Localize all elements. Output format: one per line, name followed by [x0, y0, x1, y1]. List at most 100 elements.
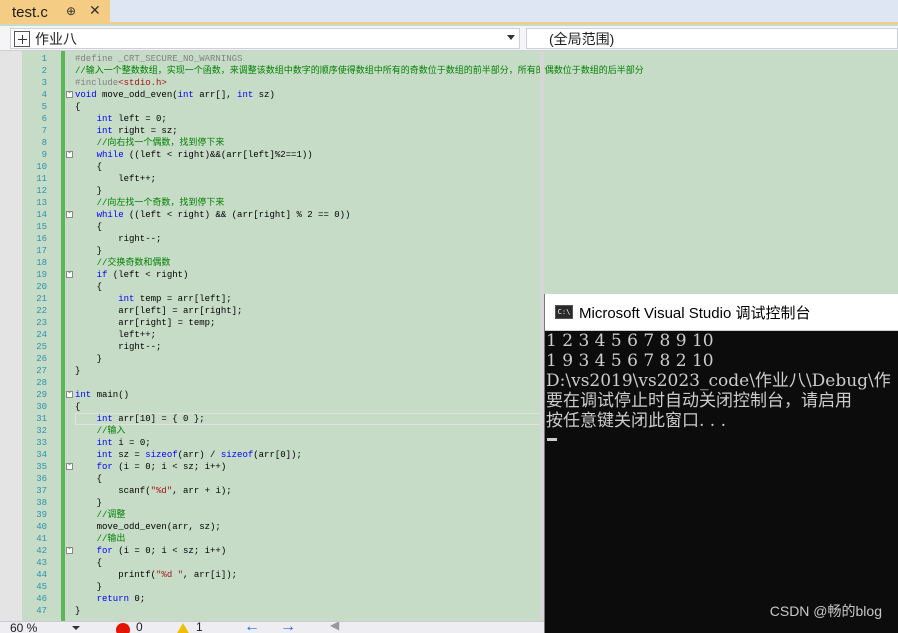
line-number: 34	[36, 450, 47, 460]
fold-toggle-icon[interactable]: -	[66, 391, 73, 398]
line-number: 27	[36, 366, 47, 376]
code-text: void move_odd_even(int arr[], int sz)	[75, 90, 275, 100]
fold-toggle-icon[interactable]: -	[66, 151, 73, 158]
code-text: int temp = arr[left];	[118, 294, 232, 304]
code-line[interactable]: 7 int right = sz;	[0, 125, 898, 137]
line-number: 43	[36, 558, 47, 568]
code-line[interactable]: 3 #include<stdio.h>	[0, 77, 898, 89]
code-line[interactable]: 12 }	[0, 185, 898, 197]
code-line[interactable]: 18 //交换奇数和偶数	[0, 257, 898, 269]
fold-toggle-icon[interactable]: -	[66, 463, 73, 470]
warning-icon[interactable]	[176, 623, 190, 633]
code-text: {	[75, 402, 81, 412]
code-line[interactable]: 13 //向左找一个奇数，找到停下来	[0, 197, 898, 209]
code-text: right--;	[75, 234, 162, 244]
fold-toggle-icon[interactable]: -	[66, 547, 73, 554]
line-number: 37	[36, 486, 47, 496]
global-scope-dropdown[interactable]: (全局范围)	[526, 28, 898, 49]
debug-console-window[interactable]: C:\ Microsoft Visual Studio 调试控制台 1 2 3 …	[544, 294, 898, 633]
console-output-line: 按任意键关闭此窗口. . .	[546, 411, 727, 431]
code-text: //输出	[96, 534, 126, 544]
watermark: CSDN @畅的blog	[769, 603, 882, 619]
code-line[interactable]: 10 {	[0, 161, 898, 173]
code-text: {	[75, 222, 103, 232]
console-output-line: D:\vs2019\vs2023_code\作业八\Debug\作	[546, 371, 891, 391]
fold-toggle-icon[interactable]: -	[66, 271, 73, 278]
console-output-line: 1 2 3 4 5 6 7 8 9 10	[546, 331, 714, 351]
code-text: {	[75, 102, 81, 112]
line-number: 16	[36, 234, 47, 244]
code-text: left++;	[75, 174, 157, 184]
line-number: 32	[36, 426, 47, 436]
code-line[interactable]: 8 //向右找一个偶数，找到停下来	[0, 137, 898, 149]
code-line[interactable]: 15 {	[0, 221, 898, 233]
line-number: 40	[36, 522, 47, 532]
code-text: int left = 0;	[96, 114, 167, 124]
code-line[interactable]: 1 #define _CRT_SECURE_NO_WARNINGS	[0, 53, 898, 65]
code-text: }	[75, 186, 103, 196]
navigation-bar: 作业八 (全局范围)	[0, 26, 898, 51]
code-line[interactable]: 16 right--;	[0, 233, 898, 245]
line-number: 35	[36, 462, 47, 472]
code-line[interactable]: 2 //输入一个整数数组，实现一个函数，来调整该数组中数字的顺序使得数组中所有的奇…	[0, 65, 898, 77]
line-number: 11	[36, 174, 47, 184]
line-number: 8	[41, 138, 47, 148]
code-text: //交换奇数和偶数	[96, 258, 171, 268]
pin-icon[interactable]: ⊕	[66, 4, 76, 18]
code-line[interactable]: 9 - while ((left < right)&&(arr[left]%2==…	[0, 149, 898, 161]
line-number: 9	[41, 150, 47, 160]
console-title-bar[interactable]: C:\ Microsoft Visual Studio 调试控制台	[545, 294, 898, 331]
line-number: 38	[36, 498, 47, 508]
code-text: if (left < right)	[96, 270, 189, 280]
error-icon[interactable]	[116, 623, 130, 633]
code-text: #include<stdio.h>	[75, 78, 167, 88]
scroll-left-icon[interactable]: ◀	[330, 622, 339, 632]
warning-count[interactable]: 1	[196, 622, 203, 633]
code-line[interactable]: 11 left++;	[0, 173, 898, 185]
line-number: 2	[41, 66, 47, 76]
code-line[interactable]: 4 - void move_odd_even(int arr[], int sz)	[0, 89, 898, 101]
code-line[interactable]: 20 {	[0, 281, 898, 293]
zoom-level[interactable]: 60 %	[10, 622, 80, 633]
code-text: for (i = 0; i < sz; i++)	[96, 462, 227, 472]
code-line[interactable]: 5{	[0, 101, 898, 113]
code-line[interactable]: 17 }	[0, 245, 898, 257]
code-text: return 0;	[96, 594, 146, 604]
line-number: 18	[36, 258, 47, 268]
code-text: while ((left < right)&&(arr[left]%2==1))	[96, 150, 313, 160]
code-line[interactable]: 14 - while ((left < right) && (arr[right]…	[0, 209, 898, 221]
code-text: for (i = 0; i < sz; i++)	[96, 546, 227, 556]
code-text: //向左找一个奇数，找到停下来	[96, 198, 225, 208]
line-number: 46	[36, 594, 47, 604]
code-text: {	[75, 162, 103, 172]
line-number: 4	[41, 90, 47, 100]
document-tab-strip: test.c ⊕ ✕	[0, 0, 898, 24]
project-scope-dropdown[interactable]: 作业八	[10, 28, 520, 49]
console-output[interactable]: 1 2 3 4 5 6 7 8 9 10 1 9 3 4 5 6 7 8 2 10…	[545, 331, 898, 633]
line-number: 28	[36, 378, 47, 388]
code-line[interactable]: 19 - if (left < right)	[0, 269, 898, 281]
chevron-down-icon[interactable]	[72, 626, 80, 630]
error-count[interactable]: 0	[136, 622, 143, 633]
code-text: left++;	[75, 330, 157, 340]
line-number: 42	[36, 546, 47, 556]
code-text: printf("%d ", arr[i]);	[75, 570, 238, 580]
arrow-left-icon[interactable]: ←	[244, 622, 260, 633]
code-text: int i = 0;	[96, 438, 151, 448]
tab-test-c[interactable]: test.c ⊕ ✕	[0, 0, 110, 24]
fold-toggle-icon[interactable]: -	[66, 211, 73, 218]
arrow-right-icon[interactable]: →	[280, 622, 296, 633]
code-text: {	[75, 558, 103, 568]
line-number: 19	[36, 270, 47, 280]
fold-toggle-icon[interactable]: -	[66, 91, 73, 98]
line-number: 39	[36, 510, 47, 520]
close-icon[interactable]: ✕	[89, 2, 101, 19]
line-number: 10	[36, 162, 47, 172]
line-number: 45	[36, 582, 47, 592]
code-line[interactable]: 6 int left = 0;	[0, 113, 898, 125]
console-output-line: 要在调试停止时自动关闭控制台，请启用	[546, 391, 852, 411]
chevron-down-icon[interactable]	[507, 35, 515, 40]
code-text: }	[75, 246, 103, 256]
line-number: 25	[36, 342, 47, 352]
line-number: 7	[41, 126, 47, 136]
